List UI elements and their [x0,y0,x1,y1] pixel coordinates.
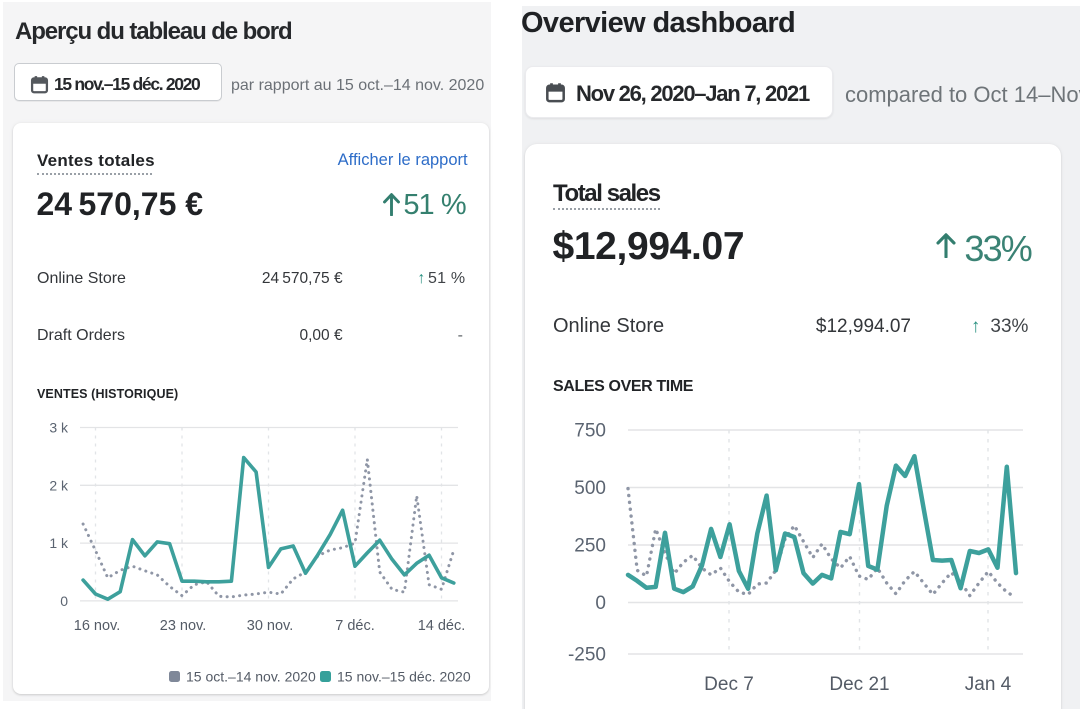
svg-text:Dec 21: Dec 21 [829,674,889,695]
svg-text:15 nov.–15 déc. 2020: 15 nov.–15 déc. 2020 [337,669,471,685]
svg-text:2 k: 2 k [49,477,69,493]
svg-text:0: 0 [60,593,68,609]
svg-text:15 oct.–14 nov. 2020: 15 oct.–14 nov. 2020 [186,669,316,685]
svg-text:3 k: 3 k [49,420,69,436]
svg-text:16 nov.: 16 nov. [74,618,121,634]
svg-text:-250: -250 [568,645,606,666]
svg-text:Jan 4: Jan 4 [965,674,1012,695]
svg-text:7 déc.: 7 déc. [335,618,375,634]
svg-text:Dec 7: Dec 7 [704,674,754,695]
svg-text:750: 750 [574,421,606,442]
svg-text:30 nov.: 30 nov. [247,618,294,634]
svg-text:0: 0 [595,593,606,614]
svg-text:23 nov.: 23 nov. [160,618,207,634]
svg-text:1 k: 1 k [49,535,69,551]
svg-text:14 déc.: 14 déc. [418,618,466,634]
svg-text:250: 250 [574,536,606,557]
svg-text:500: 500 [574,478,606,499]
